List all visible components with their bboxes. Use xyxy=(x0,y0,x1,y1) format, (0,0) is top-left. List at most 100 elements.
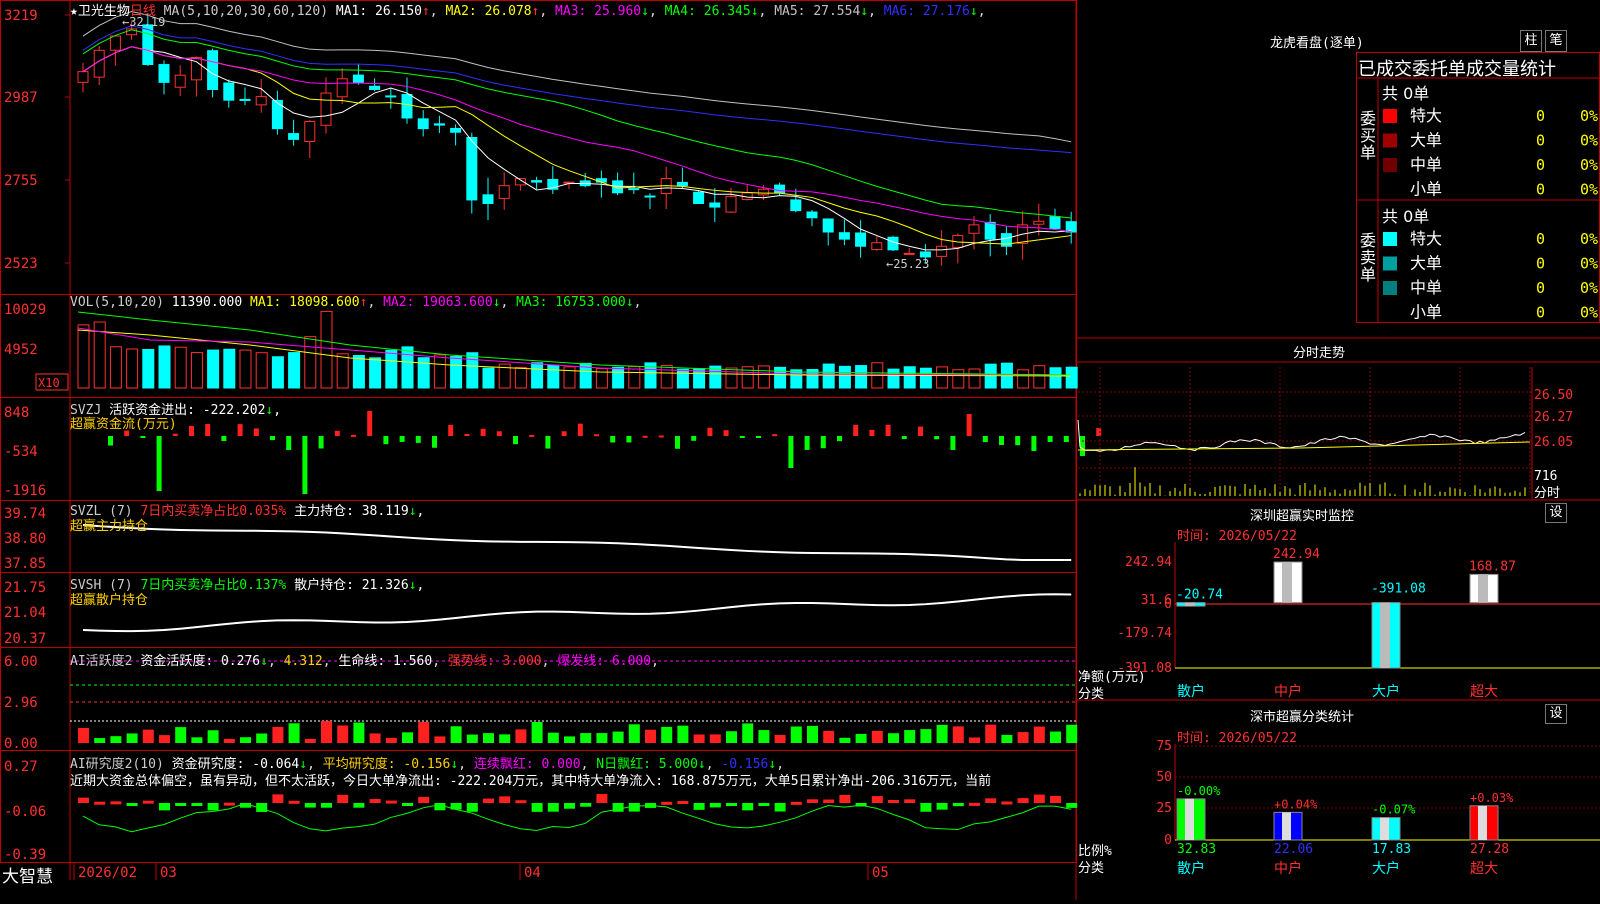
low-price-mark: ←25.23 xyxy=(886,257,929,271)
monitor-bar-value: 168.87 xyxy=(1469,559,1516,574)
ai1-bar xyxy=(288,723,300,743)
ai2-bar xyxy=(693,803,705,810)
ai2-bar xyxy=(807,799,818,803)
ma-value-2: MA2: 26.078 xyxy=(445,4,532,19)
candle-body xyxy=(174,74,186,88)
ma-arrow: ↓ xyxy=(860,4,869,19)
ai1-bar xyxy=(709,734,721,743)
monitor-y-label: -179.74 xyxy=(1117,626,1172,641)
svzj-bar xyxy=(1080,436,1085,456)
period-label[interactable]: 日线 xyxy=(130,4,156,19)
ai1-bar xyxy=(936,724,948,743)
ai1-bar xyxy=(353,722,365,743)
class-bar-value: 27.28 xyxy=(1470,842,1509,857)
volume-bar xyxy=(417,357,430,389)
candle-body xyxy=(1049,216,1061,229)
svzj-bar xyxy=(820,436,826,449)
ai2-bar xyxy=(709,803,721,808)
sell-swatch xyxy=(1383,256,1397,271)
vol-ma-arrow: ↓ xyxy=(625,295,634,310)
ai1-bar xyxy=(790,726,802,743)
ma-line-1 xyxy=(82,46,1072,251)
volume-bar xyxy=(466,352,479,389)
monitor-bar-shade xyxy=(1478,574,1488,603)
ai1-d: 强势线: 3.000 xyxy=(447,654,542,669)
volume-bar xyxy=(547,364,560,389)
pen-mode-button[interactable]: 笔 xyxy=(1545,30,1567,52)
x-axis-label: 04 xyxy=(524,865,541,881)
vol-ma-arrow: ↓ xyxy=(492,295,501,310)
buy-group-label: 委买单 xyxy=(1360,109,1377,162)
ai2-bar xyxy=(94,801,106,805)
svzj-bar xyxy=(707,427,713,436)
candle-body xyxy=(563,181,575,184)
ai1-bar xyxy=(742,723,754,743)
volume-bar xyxy=(352,354,365,389)
ai2-bar xyxy=(1001,801,1013,805)
ma-value-5: MA5: 27.554 xyxy=(774,4,861,19)
ai1-bar xyxy=(823,730,835,743)
candle-body xyxy=(644,195,656,198)
volume-bar xyxy=(207,349,220,389)
ai1-bar xyxy=(402,732,413,743)
monitor-settings-button[interactable]: 设 xyxy=(1545,503,1567,523)
stock-name[interactable]: ★卫光生物 xyxy=(70,4,130,19)
candle-body xyxy=(466,136,478,201)
svzj-bar xyxy=(318,436,324,449)
ai1-bar xyxy=(612,731,624,743)
ai2-bar xyxy=(1066,803,1078,808)
sell-row-pct: 0% xyxy=(1580,230,1598,248)
candle-body xyxy=(77,71,89,83)
svzj-bar xyxy=(594,434,599,437)
svzl-y-label: 39.74 xyxy=(4,506,46,522)
buy-row-label: 小单 xyxy=(1410,180,1442,199)
ai2-bar xyxy=(969,802,980,806)
candle-body xyxy=(676,181,688,187)
svzl-sub: 超赢主力持仓 xyxy=(70,519,149,534)
svzj-bar xyxy=(480,428,486,436)
ai2-bar xyxy=(742,803,754,811)
ai1-y-label: 0.00 xyxy=(4,736,38,752)
ai1-bar xyxy=(337,725,349,743)
monitor-y-label: 242.94 xyxy=(1125,555,1172,570)
volume-bar xyxy=(936,366,949,389)
ai2-bar xyxy=(1033,794,1045,803)
volume-bar xyxy=(271,356,284,389)
ai2-bar xyxy=(126,803,138,806)
ai1-bar xyxy=(952,726,964,743)
volume-bar xyxy=(919,367,932,389)
monitor-title: 深圳超赢实时监控 xyxy=(1250,509,1355,524)
svzj-bar xyxy=(1015,436,1021,446)
ai1-b: 4.312 xyxy=(283,654,323,669)
sell-row-label: 大单 xyxy=(1410,254,1442,273)
ai1-bar xyxy=(645,729,656,743)
volume-bar xyxy=(903,366,916,389)
candle-body xyxy=(288,133,300,140)
bar-mode-button[interactable]: 柱 xyxy=(1520,30,1542,52)
intraday-title[interactable]: 分时走势 xyxy=(1293,342,1345,361)
vol-ma-3: MA3: 16753.000 xyxy=(516,295,626,310)
volume-bar xyxy=(531,362,544,389)
volume-bar xyxy=(385,349,398,389)
ai1-bar xyxy=(904,730,916,743)
svzj-bar xyxy=(448,424,454,436)
ai1-bar xyxy=(434,736,446,743)
trading-terminal: 3219 2987 2755 2523 10029 4952 X10 848 -534 -1916… xyxy=(0,0,1600,900)
brand-label: 大智慧 xyxy=(2,867,53,887)
ai1-bar xyxy=(94,738,106,743)
svzj-bar xyxy=(950,436,956,450)
buy-row-pct: 0% xyxy=(1580,107,1598,125)
ai1-e: 爆发线: 6.000 xyxy=(557,654,652,669)
candle-body xyxy=(369,85,381,90)
class-bar-value: 32.83 xyxy=(1177,842,1216,857)
main-header: ★卫光生物日线 MA(5,10,20,30,60,120) MA1: 26.15… xyxy=(70,0,986,19)
ai1-bar xyxy=(661,726,673,743)
candle-body xyxy=(628,188,640,191)
ai2-bar xyxy=(159,803,170,811)
class-settings-button[interactable]: 设 xyxy=(1545,704,1567,724)
ai2-bar xyxy=(272,794,284,803)
ma-value-4: MA4: 26.345 xyxy=(664,4,751,19)
ai1-bar xyxy=(1066,724,1078,743)
class-bar-category: 中户 xyxy=(1274,860,1302,877)
ai2-bar xyxy=(790,801,802,805)
